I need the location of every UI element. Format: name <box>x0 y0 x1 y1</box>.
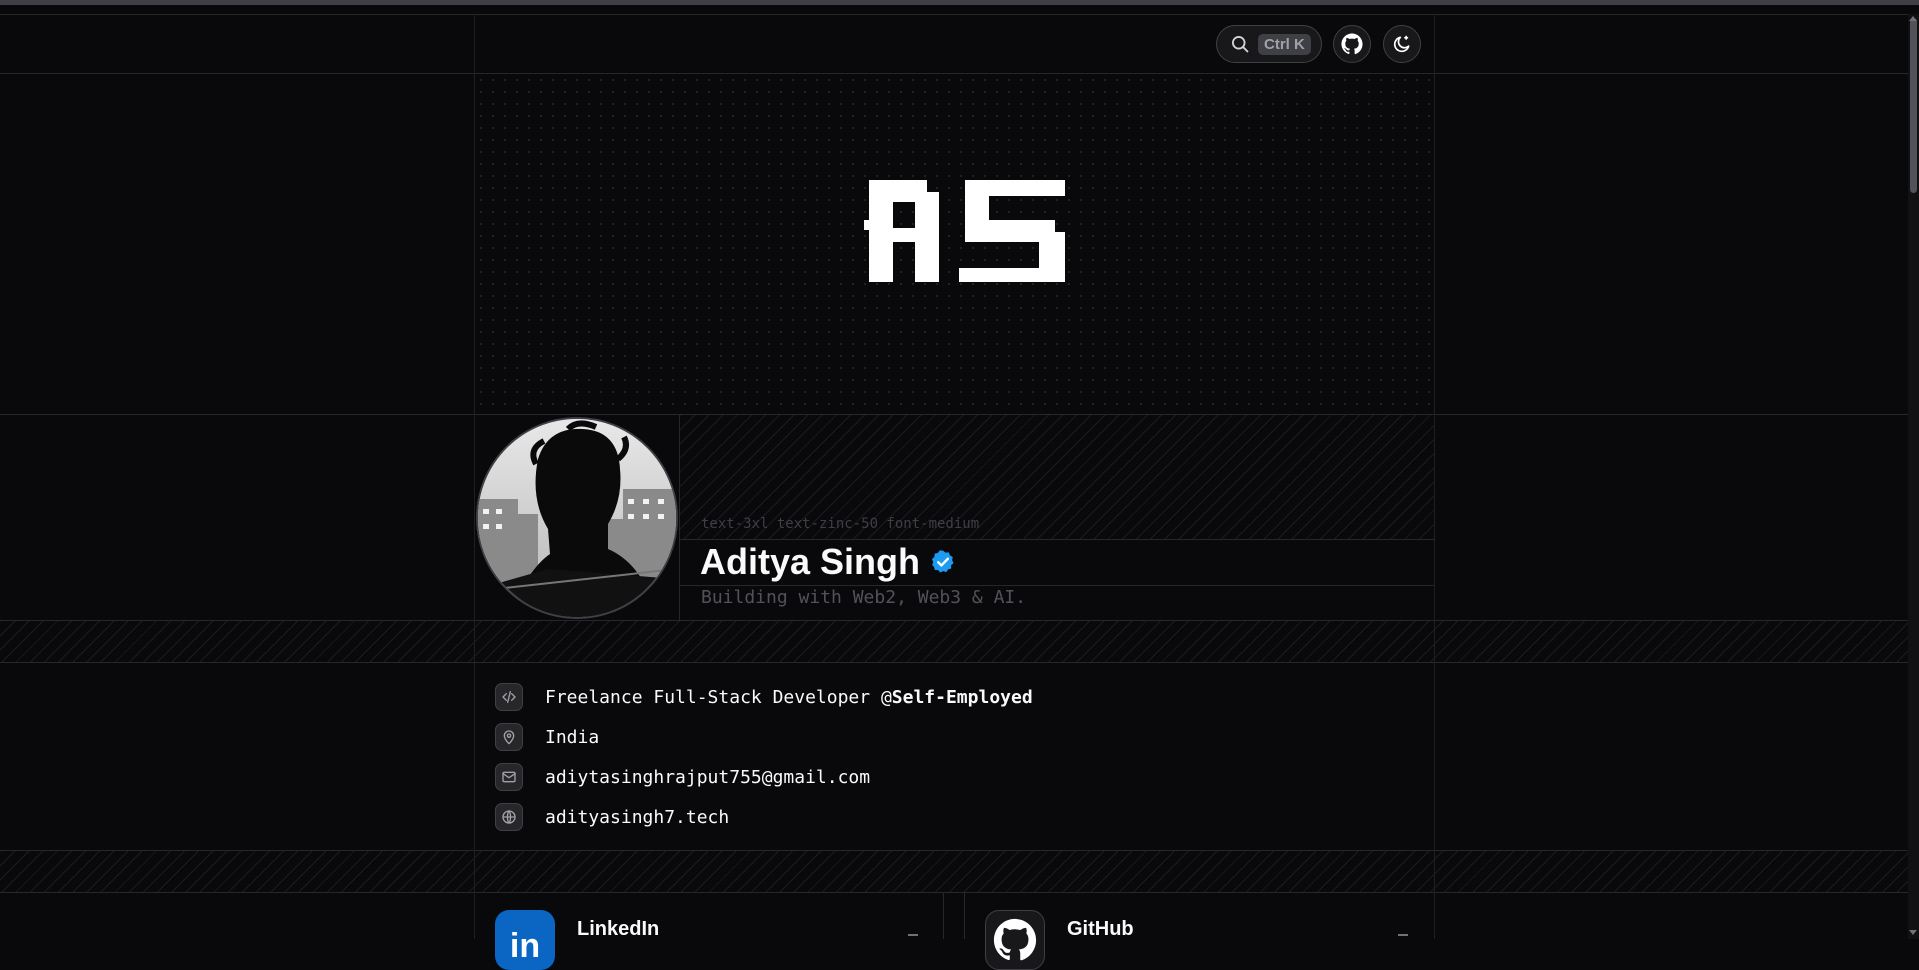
arrow-icon <box>1398 934 1408 936</box>
column-line-right <box>1434 14 1435 939</box>
info-row-location: India <box>495 722 599 752</box>
company-link[interactable]: Self-Employed <box>892 687 1033 708</box>
email-link[interactable]: adiytasinghrajput755@gmail.com <box>545 767 870 788</box>
github-icon <box>1341 33 1363 55</box>
linkedin-icon: in <box>495 910 555 970</box>
role-text: Freelance Full-Stack Developer @ <box>545 686 892 708</box>
scroll-up-icon[interactable] <box>1909 16 1917 21</box>
verified-badge-icon <box>930 549 956 575</box>
arrow-icon <box>908 934 918 936</box>
social-card-linkedin[interactable]: in LinkedIn <box>495 910 659 970</box>
divider <box>680 585 1434 586</box>
scrollbar-thumb[interactable] <box>1910 18 1917 193</box>
moon-icon <box>1392 34 1412 54</box>
divider <box>679 414 680 620</box>
divider <box>0 14 1908 15</box>
profile-avatar <box>476 417 678 619</box>
profile-name: Aditya Singh <box>700 541 921 582</box>
map-pin-icon <box>495 723 523 751</box>
divider <box>0 662 1908 663</box>
globe-icon <box>495 803 523 831</box>
social-card-github[interactable]: GitHub <box>985 910 1134 970</box>
scroll-down-icon[interactable] <box>1909 930 1917 935</box>
hatch-separator <box>0 851 1908 892</box>
hatch-separator <box>0 621 1908 662</box>
social-name-github: GitHub <box>1067 917 1134 940</box>
info-row-email: adiytasinghrajput755@gmail.com <box>495 762 870 792</box>
divider <box>0 892 1908 893</box>
info-row-website: adityasingh7.tech <box>495 802 729 832</box>
hero-monogram <box>855 170 1075 290</box>
code-icon <box>495 683 523 711</box>
mail-icon <box>495 763 523 791</box>
search-icon <box>1230 34 1250 54</box>
theme-toggle-button[interactable] <box>1383 25 1421 63</box>
profile-tagline: Building with Web2, Web3 & AI. <box>701 587 1027 608</box>
location-text: India <box>545 726 600 748</box>
info-row-role: Freelance Full-Stack Developer @Self-Emp… <box>495 682 1033 712</box>
github-button[interactable] <box>1333 25 1371 63</box>
social-name-linkedin: LinkedIn <box>577 917 660 940</box>
profile-class-hint: text-3xl text-zinc-50 font-medium <box>701 516 980 532</box>
top-strip <box>0 0 1919 5</box>
search-button[interactable]: Ctrl K <box>1216 25 1322 63</box>
website-link[interactable]: adityasingh7.tech <box>545 807 729 828</box>
divider <box>964 893 965 939</box>
github-logo-icon <box>985 910 1045 970</box>
search-shortcut: Ctrl K <box>1258 33 1311 55</box>
divider <box>943 893 944 939</box>
